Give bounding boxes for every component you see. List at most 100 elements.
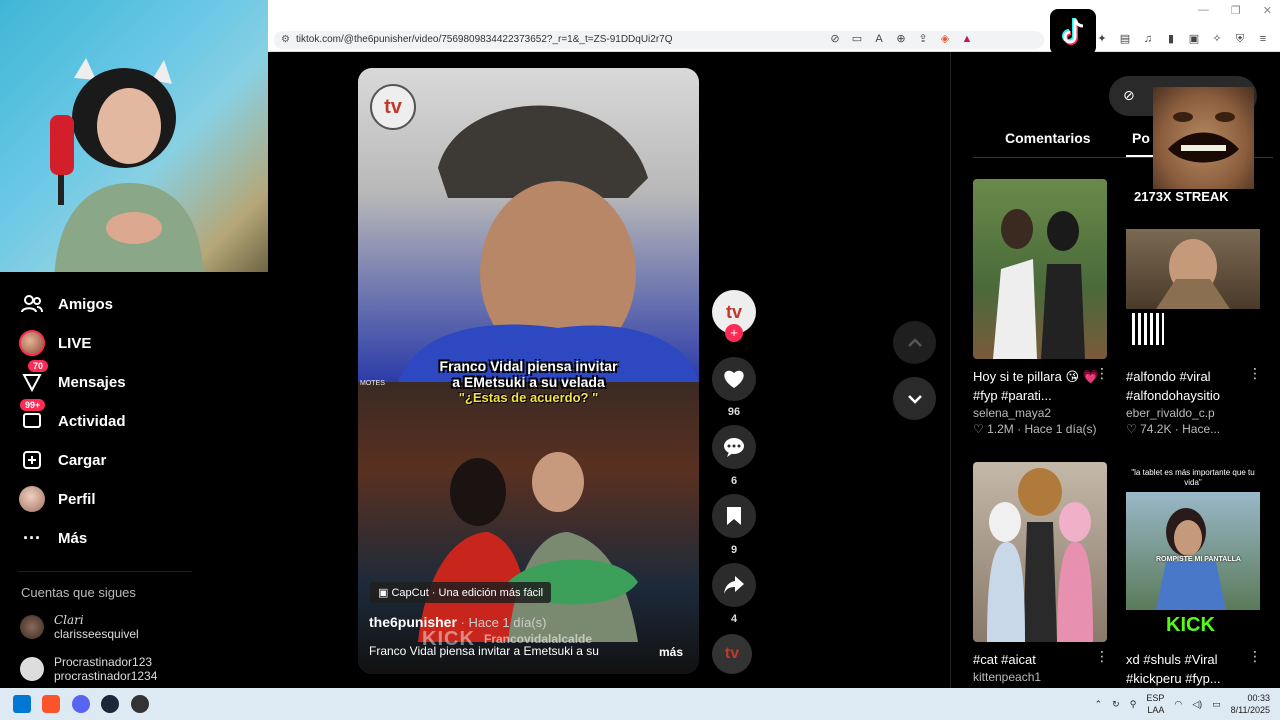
video-thumbnail[interactable]: "la tablet es más importante que tu vida…	[1126, 462, 1260, 642]
related-video-card[interactable]: #cat #aicat kittenpeach1 ⋮	[973, 462, 1109, 684]
language-indicator[interactable]: ESP LAA	[1146, 692, 1164, 716]
reader-icon[interactable]: ▤	[1118, 32, 1132, 46]
window-controls: — ❐ ✕	[1198, 4, 1272, 17]
discord-icon[interactable]	[72, 695, 90, 713]
clock[interactable]: 00:33 8/11/2025	[1231, 692, 1270, 716]
save-button[interactable]	[712, 494, 756, 538]
nav-label-live: LIVE	[58, 334, 92, 352]
capcut-badge[interactable]: ▣ CapCut · Una edición más fácil	[370, 582, 552, 603]
wallet-icon[interactable]: ▣	[1187, 32, 1201, 46]
card-menu-icon[interactable]: ⋮	[1248, 365, 1262, 382]
video-author[interactable]: the6punisher · Hace 1 día(s)	[369, 614, 547, 630]
video-thumbnail[interactable]: 2173X STREAK	[1126, 179, 1260, 359]
save-count: 9	[730, 544, 738, 556]
extensions-icon[interactable]: ✦	[1095, 32, 1109, 46]
lang-primary: ESP	[1146, 693, 1165, 703]
media-icon[interactable]: ♫	[1141, 32, 1155, 46]
compass-icon: ⊘	[1123, 87, 1135, 103]
comment-button[interactable]	[712, 425, 756, 469]
close-icon[interactable]: ✕	[1263, 4, 1272, 17]
cast-icon[interactable]: ▭	[850, 32, 864, 46]
card-title[interactable]: #cat #aicat	[973, 650, 1107, 669]
leo-icon[interactable]: ✧	[1210, 32, 1224, 46]
follow-plus-button[interactable]: +	[725, 324, 743, 342]
video-thumbnail[interactable]	[973, 179, 1107, 359]
brave-rewards-icon[interactable]: ▲	[960, 32, 974, 46]
share-count: 4	[730, 613, 738, 625]
overlay-text: "la tablet es más importante que tu vida…	[1131, 468, 1255, 487]
screen: — ❐ ✕ ⚙ tiktok.com/@the6punisher/video/7…	[0, 0, 1280, 720]
like-button[interactable]	[712, 357, 756, 401]
comment-icon	[724, 438, 744, 457]
heart-icon	[724, 370, 744, 388]
share-icon[interactable]: ⇪	[916, 32, 930, 46]
comment-count: 6	[730, 475, 738, 487]
microphone-image	[50, 115, 74, 205]
following-item-procrastinador[interactable]: Procrastinador123 procrastinador1234	[20, 655, 157, 683]
more-button[interactable]: más	[659, 645, 683, 659]
card-title[interactable]: xd #shuls #Viral #kickperu #fyp...	[1126, 650, 1260, 688]
card-user[interactable]: kittenpeach1	[973, 670, 1107, 684]
related-video-card[interactable]: 2173X STREAK #alfondo #viral #alfondohay…	[1126, 179, 1262, 436]
following-title: Cuentas que sigues	[21, 585, 136, 600]
tab-comentarios[interactable]: Comentarios	[1005, 130, 1091, 146]
brave-shield-icon[interactable]: ◈	[938, 32, 952, 46]
next-video-button[interactable]	[893, 377, 936, 420]
battery-icon[interactable]: ▭	[1212, 699, 1221, 710]
minimize-icon[interactable]: —	[1198, 4, 1209, 17]
menu-icon[interactable]: ≡	[1256, 32, 1270, 46]
video-caption: Franco Vidal piensa invitar a EMetsuki a…	[358, 358, 699, 406]
tiktok-app-icon[interactable]	[1050, 9, 1096, 55]
caption-line-2: a EMetsuki a su velada	[452, 374, 605, 390]
card-title[interactable]: #alfondo #viral #alfondohaysitio	[1126, 367, 1260, 405]
nav-item-live[interactable]: LIVE	[18, 329, 91, 357]
share-button[interactable]	[712, 563, 756, 607]
card-user[interactable]: eber_rivaldo_c.p	[1126, 406, 1260, 420]
restore-icon[interactable]: ❐	[1231, 4, 1241, 17]
overlay-text-2: ROMPISTE MI PANTALLA	[1156, 556, 1241, 563]
site-info-icon[interactable]: ⚙	[281, 31, 290, 49]
brave-browser-icon[interactable]	[42, 695, 60, 713]
previous-video-button[interactable]	[893, 321, 936, 364]
kick-logo: KICK	[1166, 614, 1215, 636]
related-video-card[interactable]: "la tablet es más importante que tu vida…	[1126, 462, 1262, 688]
chevron-up-icon[interactable]: ⌃	[1095, 699, 1103, 710]
card-menu-icon[interactable]: ⋮	[1095, 648, 1109, 665]
obs-icon[interactable]	[131, 695, 149, 713]
card-user[interactable]: selena_maya2	[973, 406, 1107, 420]
video-thumbnail[interactable]	[973, 462, 1107, 642]
microphone-icon[interactable]: ⚲	[1130, 699, 1137, 710]
author-name[interactable]: the6punisher	[369, 614, 457, 630]
translate-icon[interactable]: A	[872, 32, 886, 46]
nav-item-actividad[interactable]: 99+ Actividad	[18, 399, 126, 435]
card-time: Hace...	[1182, 422, 1221, 436]
nav-item-perfil[interactable]: Perfil	[18, 485, 96, 513]
zoom-icon[interactable]: ⊕	[894, 32, 908, 46]
activity-icon: 99+	[18, 399, 46, 435]
music-disc-icon[interactable]: tv	[712, 634, 752, 674]
media-off-icon[interactable]: ⊘	[828, 32, 842, 46]
steam-icon[interactable]	[101, 695, 119, 713]
live-avatar	[18, 329, 46, 357]
following-display-name: Clari	[54, 613, 84, 627]
card-title[interactable]: Hoy si te pillara 😘 💗#fyp #parati...	[973, 367, 1107, 405]
nav-item-mensajes[interactable]: 70 Mensajes	[18, 360, 126, 396]
wifi-icon[interactable]: ◠	[1174, 699, 1182, 710]
vpn-icon[interactable]: ⛨	[1233, 32, 1247, 46]
following-item-clari[interactable]: Clari clarisseesquivel	[20, 613, 139, 641]
channel-logo-icon[interactable]: tv	[370, 84, 416, 130]
sidebar-icon[interactable]: ▮	[1164, 32, 1178, 46]
nav-item-amigos[interactable]: Amigos	[18, 290, 113, 318]
related-video-card[interactable]: Hoy si te pillara 😘 💗#fyp #parati... sel…	[973, 179, 1109, 436]
chevron-up-icon	[907, 337, 922, 347]
card-menu-icon[interactable]: ⋮	[1095, 365, 1109, 382]
volume-icon[interactable]: ◁)	[1192, 699, 1202, 710]
network-icon[interactable]: ↻	[1112, 699, 1120, 710]
windows-start-icon[interactable]	[13, 695, 31, 713]
card-menu-icon[interactable]: ⋮	[1248, 648, 1262, 665]
nav-item-cargar[interactable]: Cargar	[18, 446, 106, 474]
address-bar-icons: ⊘ ▭ A ⊕ ⇪ ◈ ▲	[828, 32, 974, 46]
video-player[interactable]: tv Franco Vidal piensa invitar a EMetsuk…	[358, 68, 699, 674]
tab-related[interactable]: Po	[1132, 130, 1150, 146]
nav-item-mas[interactable]: ··· Más	[18, 524, 87, 552]
